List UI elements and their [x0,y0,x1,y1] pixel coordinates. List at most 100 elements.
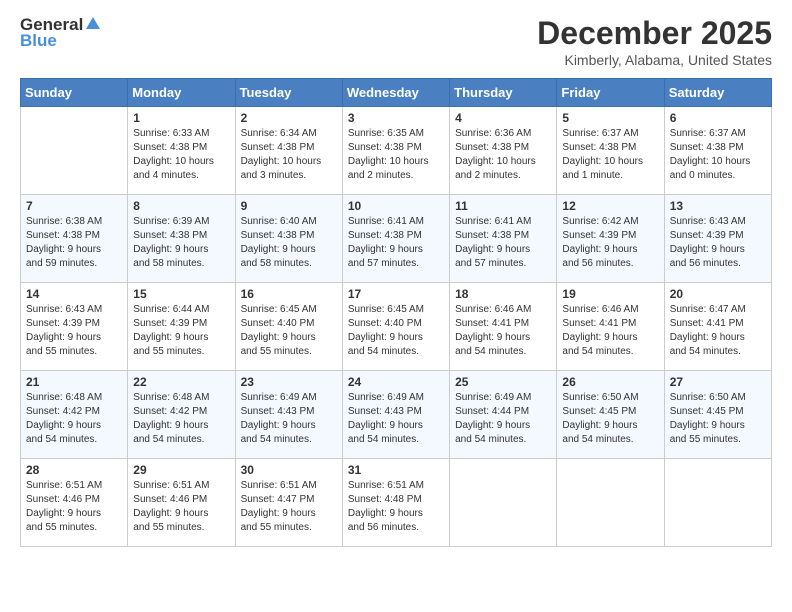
calendar-cell: 20 Sunrise: 6:47 AM Sunset: 4:41 PM Dayli… [664,283,771,371]
calendar-cell: 12 Sunrise: 6:42 AM Sunset: 4:39 PM Dayli… [557,195,664,283]
calendar-week-3: 14Sunrise: 6:43 AM Sunset: 4:39 PM Dayli… [21,283,772,371]
day-number: 30 [241,463,337,477]
calendar-cell [450,459,557,547]
day-number: 23 [241,375,337,389]
cell-info: Sunrise: 6:40 AM Sunset: 4:38 PM Dayligh… [241,215,337,271]
logo-icon [84,15,102,33]
calendar-cell: 13 Sunrise: 6:43 AM Sunset: 4:39 PM Dayli… [664,195,771,283]
cell-info: Sunrise: 6:48 AM Sunset: 4:42 PM Dayligh… [26,391,122,447]
calendar-week-5: 28Sunrise: 6:51 AM Sunset: 4:46 PM Dayli… [21,459,772,547]
weekday-monday: Monday [128,79,235,107]
month-title: December 2025 [537,15,772,52]
calendar-cell: 17 Sunrise: 6:45 AM Sunset: 4:40 PM Dayli… [342,283,449,371]
title-block: December 2025 Kimberly, Alabama, United … [537,15,772,68]
cell-info: Sunrise: 6:44 AM Sunset: 4:39 PM Dayligh… [133,303,229,359]
day-number: 20 [670,287,766,301]
page: General Blue December 2025 Kimberly, Ala… [0,0,792,612]
calendar-cell: 31Sunrise: 6:51 AM Sunset: 4:48 PM Dayli… [342,459,449,547]
cell-info: Sunrise: 6:45 AM Sunset: 4:40 PM Dayligh… [348,303,444,359]
calendar-cell: 22 Sunrise: 6:48 AM Sunset: 4:42 PM Dayli… [128,371,235,459]
calendar-cell: 23Sunrise: 6:49 AM Sunset: 4:43 PM Dayli… [235,371,342,459]
calendar-cell: 24Sunrise: 6:49 AM Sunset: 4:43 PM Dayli… [342,371,449,459]
cell-info: Sunrise: 6:33 AM Sunset: 4:38 PM Dayligh… [133,127,229,183]
calendar-cell: 1 Sunrise: 6:33 AM Sunset: 4:38 PM Daylig… [128,107,235,195]
day-number: 3 [348,111,444,125]
day-number: 21 [26,375,122,389]
cell-info: Sunrise: 6:36 AM Sunset: 4:38 PM Dayligh… [455,127,551,183]
day-number: 13 [670,199,766,213]
calendar-table: SundayMondayTuesdayWednesdayThursdayFrid… [20,78,772,547]
day-number: 27 [670,375,766,389]
day-number: 1 [133,111,229,125]
logo: General Blue [20,15,102,51]
weekday-tuesday: Tuesday [235,79,342,107]
header: General Blue December 2025 Kimberly, Ala… [20,15,772,68]
calendar-cell: 9 Sunrise: 6:40 AM Sunset: 4:38 PM Daylig… [235,195,342,283]
calendar-cell: 11 Sunrise: 6:41 AM Sunset: 4:38 PM Dayli… [450,195,557,283]
cell-info: Sunrise: 6:50 AM Sunset: 4:45 PM Dayligh… [670,391,766,447]
calendar-week-1: 1 Sunrise: 6:33 AM Sunset: 4:38 PM Daylig… [21,107,772,195]
day-number: 19 [562,287,658,301]
cell-info: Sunrise: 6:38 AM Sunset: 4:38 PM Dayligh… [26,215,122,271]
day-number: 29 [133,463,229,477]
day-number: 25 [455,375,551,389]
cell-info: Sunrise: 6:35 AM Sunset: 4:38 PM Dayligh… [348,127,444,183]
calendar-cell: 18Sunrise: 6:46 AM Sunset: 4:41 PM Dayli… [450,283,557,371]
calendar-cell: 3 Sunrise: 6:35 AM Sunset: 4:38 PM Daylig… [342,107,449,195]
calendar-cell: 26 Sunrise: 6:50 AM Sunset: 4:45 PM Dayli… [557,371,664,459]
calendar-cell: 14Sunrise: 6:43 AM Sunset: 4:39 PM Dayli… [21,283,128,371]
day-number: 7 [26,199,122,213]
cell-info: Sunrise: 6:48 AM Sunset: 4:42 PM Dayligh… [133,391,229,447]
location: Kimberly, Alabama, United States [537,52,772,68]
cell-info: Sunrise: 6:50 AM Sunset: 4:45 PM Dayligh… [562,391,658,447]
cell-info: Sunrise: 6:46 AM Sunset: 4:41 PM Dayligh… [455,303,551,359]
calendar-week-2: 7 Sunrise: 6:38 AM Sunset: 4:38 PM Daylig… [21,195,772,283]
weekday-saturday: Saturday [664,79,771,107]
weekday-sunday: Sunday [21,79,128,107]
cell-info: Sunrise: 6:39 AM Sunset: 4:38 PM Dayligh… [133,215,229,271]
cell-info: Sunrise: 6:47 AM Sunset: 4:41 PM Dayligh… [670,303,766,359]
calendar-cell: 15 Sunrise: 6:44 AM Sunset: 4:39 PM Dayli… [128,283,235,371]
day-number: 22 [133,375,229,389]
calendar-cell: 27 Sunrise: 6:50 AM Sunset: 4:45 PM Dayli… [664,371,771,459]
day-number: 15 [133,287,229,301]
calendar-cell: 10Sunrise: 6:41 AM Sunset: 4:38 PM Dayli… [342,195,449,283]
cell-info: Sunrise: 6:37 AM Sunset: 4:38 PM Dayligh… [670,127,766,183]
weekday-friday: Friday [557,79,664,107]
day-number: 17 [348,287,444,301]
calendar-cell [664,459,771,547]
cell-info: Sunrise: 6:43 AM Sunset: 4:39 PM Dayligh… [670,215,766,271]
calendar-cell: 7 Sunrise: 6:38 AM Sunset: 4:38 PM Daylig… [21,195,128,283]
day-number: 8 [133,199,229,213]
calendar-cell: 2 Sunrise: 6:34 AM Sunset: 4:38 PM Daylig… [235,107,342,195]
calendar-cell: 5 Sunrise: 6:37 AM Sunset: 4:38 PM Daylig… [557,107,664,195]
cell-info: Sunrise: 6:37 AM Sunset: 4:38 PM Dayligh… [562,127,658,183]
day-number: 4 [455,111,551,125]
day-number: 10 [348,199,444,213]
weekday-thursday: Thursday [450,79,557,107]
day-number: 26 [562,375,658,389]
cell-info: Sunrise: 6:43 AM Sunset: 4:39 PM Dayligh… [26,303,122,359]
calendar-cell: 28Sunrise: 6:51 AM Sunset: 4:46 PM Dayli… [21,459,128,547]
day-number: 6 [670,111,766,125]
calendar-cell: 30Sunrise: 6:51 AM Sunset: 4:47 PM Dayli… [235,459,342,547]
day-number: 2 [241,111,337,125]
calendar-cell: 4 Sunrise: 6:36 AM Sunset: 4:38 PM Daylig… [450,107,557,195]
day-number: 5 [562,111,658,125]
day-number: 11 [455,199,551,213]
calendar-cell: 21 Sunrise: 6:48 AM Sunset: 4:42 PM Dayli… [21,371,128,459]
weekday-wednesday: Wednesday [342,79,449,107]
day-number: 9 [241,199,337,213]
calendar-cell: 16Sunrise: 6:45 AM Sunset: 4:40 PM Dayli… [235,283,342,371]
calendar-cell [557,459,664,547]
cell-info: Sunrise: 6:34 AM Sunset: 4:38 PM Dayligh… [241,127,337,183]
calendar-cell [21,107,128,195]
cell-info: Sunrise: 6:49 AM Sunset: 4:43 PM Dayligh… [348,391,444,447]
cell-info: Sunrise: 6:51 AM Sunset: 4:48 PM Dayligh… [348,479,444,535]
day-number: 28 [26,463,122,477]
cell-info: Sunrise: 6:46 AM Sunset: 4:41 PM Dayligh… [562,303,658,359]
calendar-cell: 19 Sunrise: 6:46 AM Sunset: 4:41 PM Dayli… [557,283,664,371]
cell-info: Sunrise: 6:42 AM Sunset: 4:39 PM Dayligh… [562,215,658,271]
cell-info: Sunrise: 6:41 AM Sunset: 4:38 PM Dayligh… [455,215,551,271]
day-number: 12 [562,199,658,213]
